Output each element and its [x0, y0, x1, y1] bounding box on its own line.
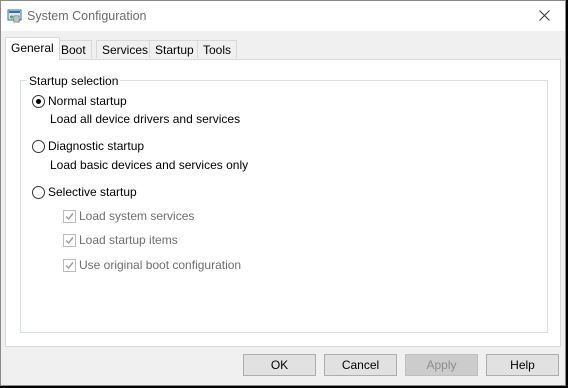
title-bar[interactable]: System Configuration — [1, 1, 565, 31]
load-system-services-checkbox[interactable]: Load system services — [63, 209, 283, 225]
checkbox-checked-disabled[interactable] — [63, 259, 76, 272]
use-original-boot-config-label: Use original boot configuration — [79, 258, 242, 272]
startup-selection-legend: Startup selection — [27, 74, 121, 88]
load-startup-items-label: Load startup items — [79, 233, 178, 247]
close-icon — [539, 10, 550, 21]
selective-startup-radio[interactable]: Selective startup — [32, 185, 232, 201]
radio-button[interactable] — [32, 140, 45, 153]
load-startup-items-checkbox[interactable]: Load startup items — [63, 233, 283, 249]
checkmark-icon — [65, 213, 74, 221]
window-title: System Configuration — [27, 9, 147, 23]
diagnostic-startup-label[interactable]: Diagnostic startup — [48, 139, 144, 153]
help-button[interactable]: Help — [486, 354, 559, 376]
diagnostic-startup-description: Load basic devices and services only — [50, 158, 249, 172]
cancel-button[interactable]: Cancel — [324, 354, 397, 376]
tab-services[interactable]: Services — [96, 40, 155, 58]
general-tab-panel: Startup selection Normal startup Load al… — [5, 59, 561, 347]
selective-startup-label[interactable]: Selective startup — [48, 185, 137, 199]
apply-button[interactable]: Apply — [405, 354, 478, 376]
tab-general[interactable]: General — [5, 37, 60, 60]
checkbox-checked-disabled[interactable] — [63, 210, 76, 223]
msconfig-icon — [7, 8, 23, 24]
ok-button[interactable]: OK — [243, 354, 316, 376]
close-button[interactable] — [525, 1, 565, 31]
tab-startup[interactable]: Startup — [149, 40, 200, 58]
normal-startup-label[interactable]: Normal startup — [48, 94, 127, 108]
load-system-services-label: Load system services — [79, 209, 195, 223]
diagnostic-startup-radio[interactable]: Diagnostic startup — [32, 139, 232, 155]
normal-startup-radio[interactable]: Normal startup — [32, 94, 232, 110]
tab-tools[interactable]: Tools — [197, 40, 238, 58]
normal-startup-description: Load all device drivers and services — [50, 112, 241, 126]
radio-button-selected[interactable] — [32, 95, 45, 108]
use-original-boot-config-checkbox[interactable]: Use original boot configuration — [63, 258, 303, 274]
system-configuration-window: System Configuration General Boot Servic… — [0, 0, 566, 386]
tab-boot[interactable]: Boot — [55, 40, 92, 58]
checkmark-icon — [65, 262, 74, 270]
checkmark-icon — [65, 237, 74, 245]
checkbox-checked-disabled[interactable] — [63, 234, 76, 247]
radio-button[interactable] — [32, 186, 45, 199]
